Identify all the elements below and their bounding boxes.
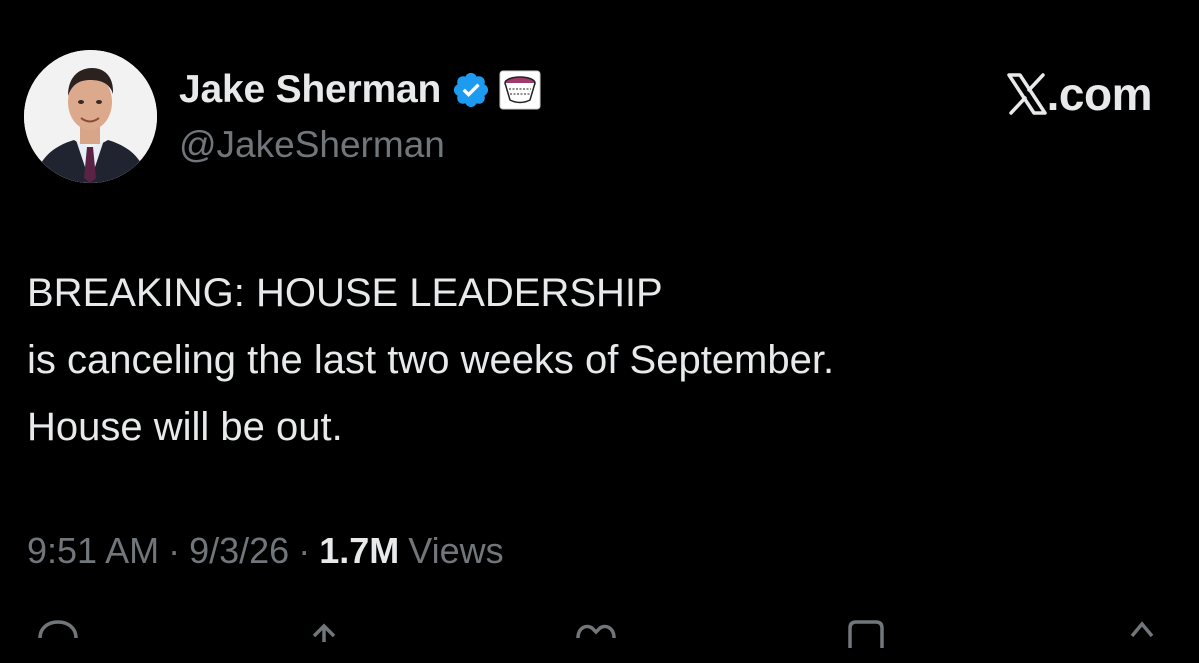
views-count[interactable]: 1.7M: [319, 530, 399, 572]
tweet-time[interactable]: 9:51 AM: [27, 530, 159, 572]
author-handle[interactable]: @JakeSherman: [179, 124, 445, 166]
repost-icon[interactable]: [300, 618, 348, 658]
brand-domain-text: .com: [1046, 68, 1153, 120]
brand-watermark: .com: [1006, 68, 1153, 120]
bookmark-icon[interactable]: [842, 618, 890, 658]
author-name-row: Jake Sherman: [179, 66, 541, 114]
tweet-date[interactable]: 9/3/26: [189, 530, 289, 572]
heart-icon[interactable]: [572, 618, 620, 658]
author-display-name[interactable]: Jake Sherman: [179, 68, 441, 112]
tweet-action-bar: [0, 618, 1199, 648]
x-logo-icon: [1006, 73, 1047, 115]
tweet-text-line: BREAKING: HOUSE LEADERSHIP: [27, 271, 663, 315]
share-icon[interactable]: [1118, 618, 1166, 658]
tweet-meta: 9:51 AM · 9/3/26 · 1.7M Views: [27, 530, 504, 572]
reply-icon[interactable]: [34, 618, 82, 658]
tweet-text-line: is canceling the last two weeks of Septe…: [27, 338, 835, 382]
author-avatar[interactable]: [24, 50, 157, 183]
affiliate-badge-icon[interactable]: [499, 70, 541, 110]
meta-separator: ·: [168, 530, 181, 571]
verified-badge-icon[interactable]: [451, 70, 491, 110]
tweet-text: BREAKING: HOUSE LEADERSHIP is canceling …: [27, 260, 1167, 461]
meta-separator: ·: [298, 530, 311, 571]
tweet-text-line: House will be out.: [27, 405, 343, 449]
views-label[interactable]: Views: [408, 530, 503, 572]
